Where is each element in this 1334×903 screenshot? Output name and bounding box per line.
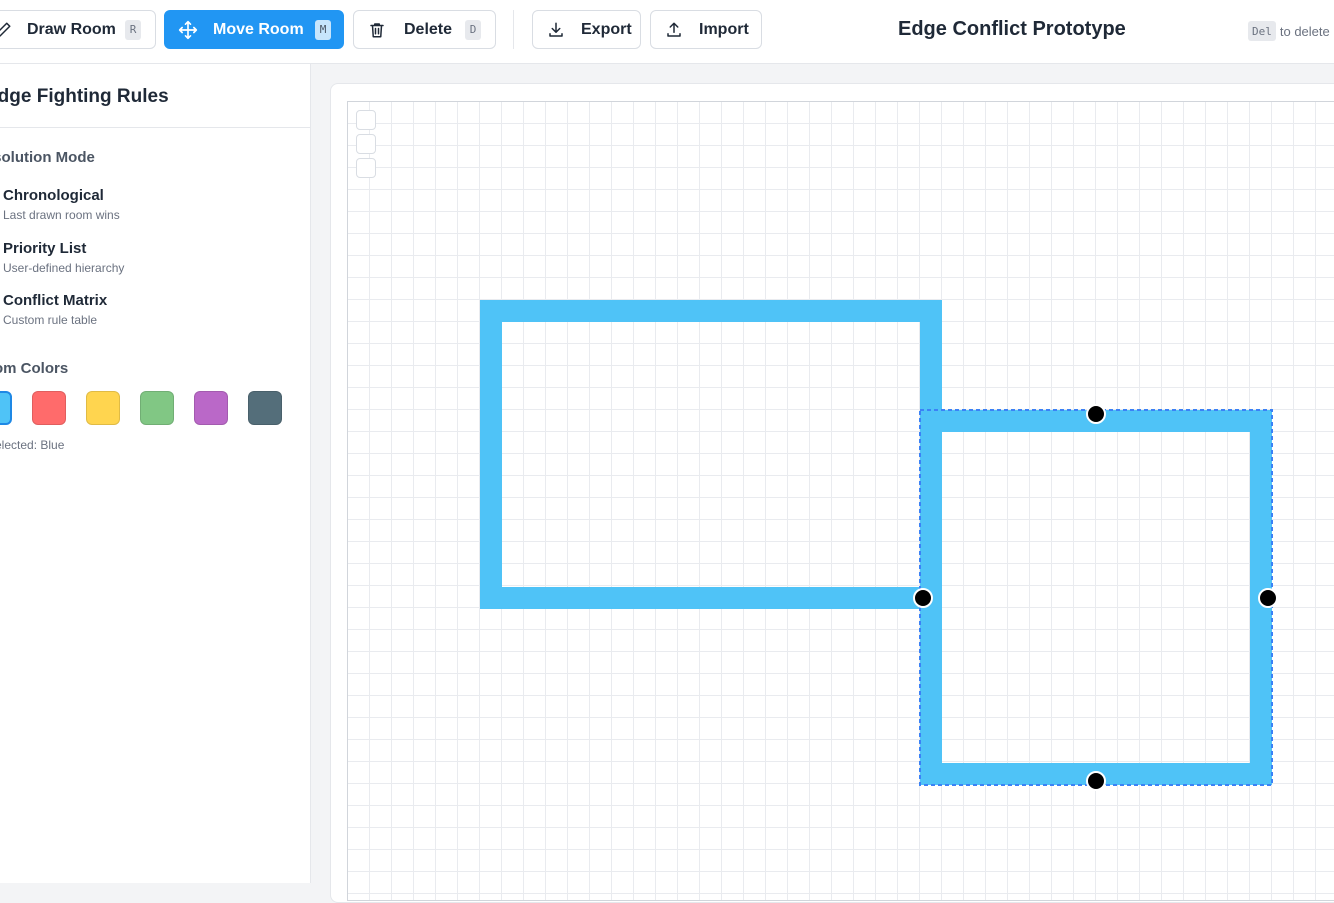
selection-outline — [919, 409, 1273, 786]
room-rectangle-left[interactable] — [480, 300, 942, 609]
resize-handle-left[interactable] — [913, 588, 933, 608]
resize-handle-bottom[interactable] — [1086, 771, 1106, 791]
rooms-layer — [480, 300, 1278, 791]
resize-handle-right[interactable] — [1258, 588, 1278, 608]
resize-handle-top[interactable] — [1086, 404, 1106, 424]
room-rectangle-right[interactable] — [920, 410, 1272, 785]
